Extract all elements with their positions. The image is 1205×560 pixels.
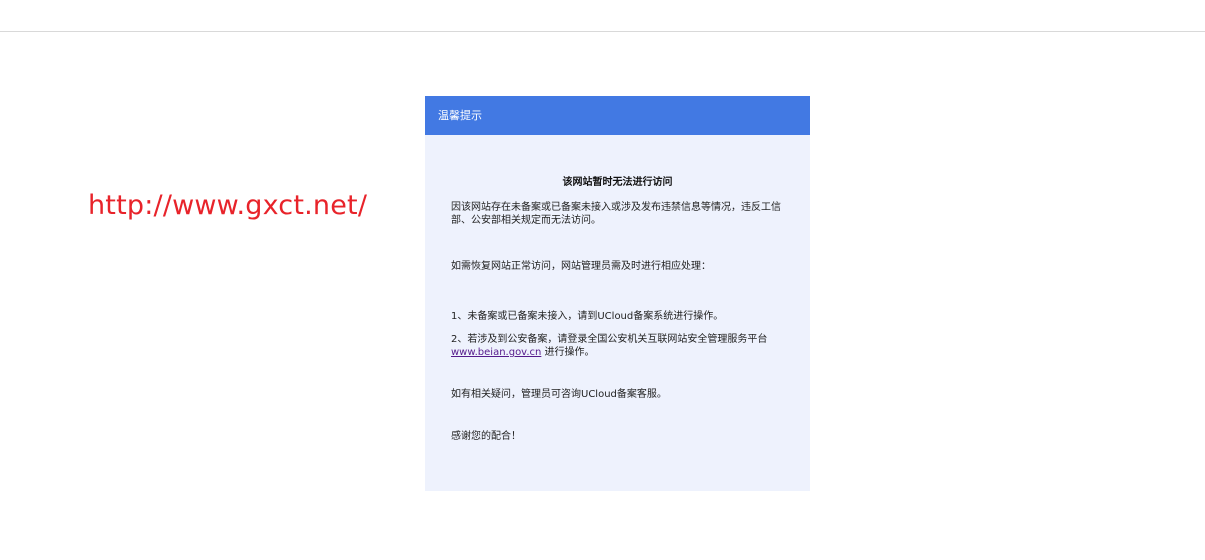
notice-paragraph-thanks: 感谢您的配合！: [451, 431, 521, 442]
notice-item2-prefix: 2、若涉及到公安备案，请登录全国公安机关互联网站安全管理服务平台: [451, 334, 768, 345]
site-url-text: http://www.gxct.net/: [88, 190, 368, 221]
notice-card: 温馨提示 该网站暂时无法进行访问 因该网站存在未备案或已备案未接入或涉及发布违禁…: [425, 96, 810, 491]
notice-item-police-registration: 2、若涉及到公安备案，请登录全国公安机关互联网站安全管理服务平台 www.beia…: [451, 333, 784, 359]
top-divider: [0, 31, 1205, 32]
notice-paragraph-reason: 因该网站存在未备案或已备案未接入或涉及发布违禁信息等情况，违反工信部、公安部相关…: [451, 202, 781, 226]
notice-body: 该网站暂时无法进行访问 因该网站存在未备案或已备案未接入或涉及发布违禁信息等情况…: [425, 176, 810, 443]
notice-title: 该网站暂时无法进行访问: [562, 177, 673, 188]
beian-link[interactable]: www.beian.gov.cn: [451, 347, 541, 358]
notice-item-unregistered: 1、未备案或已备案未接入，请到UCloud备案系统进行操作。: [451, 311, 724, 322]
notice-item2-suffix: 进行操作。: [541, 347, 595, 358]
notice-header-title: 温馨提示: [425, 96, 810, 135]
notice-paragraph-contact: 如有相关疑问，管理员可咨询UCloud备案客服。: [451, 389, 667, 400]
notice-paragraph-instructions: 如需恢复网站正常访问，网站管理员需及时进行相应处理：: [451, 261, 711, 272]
